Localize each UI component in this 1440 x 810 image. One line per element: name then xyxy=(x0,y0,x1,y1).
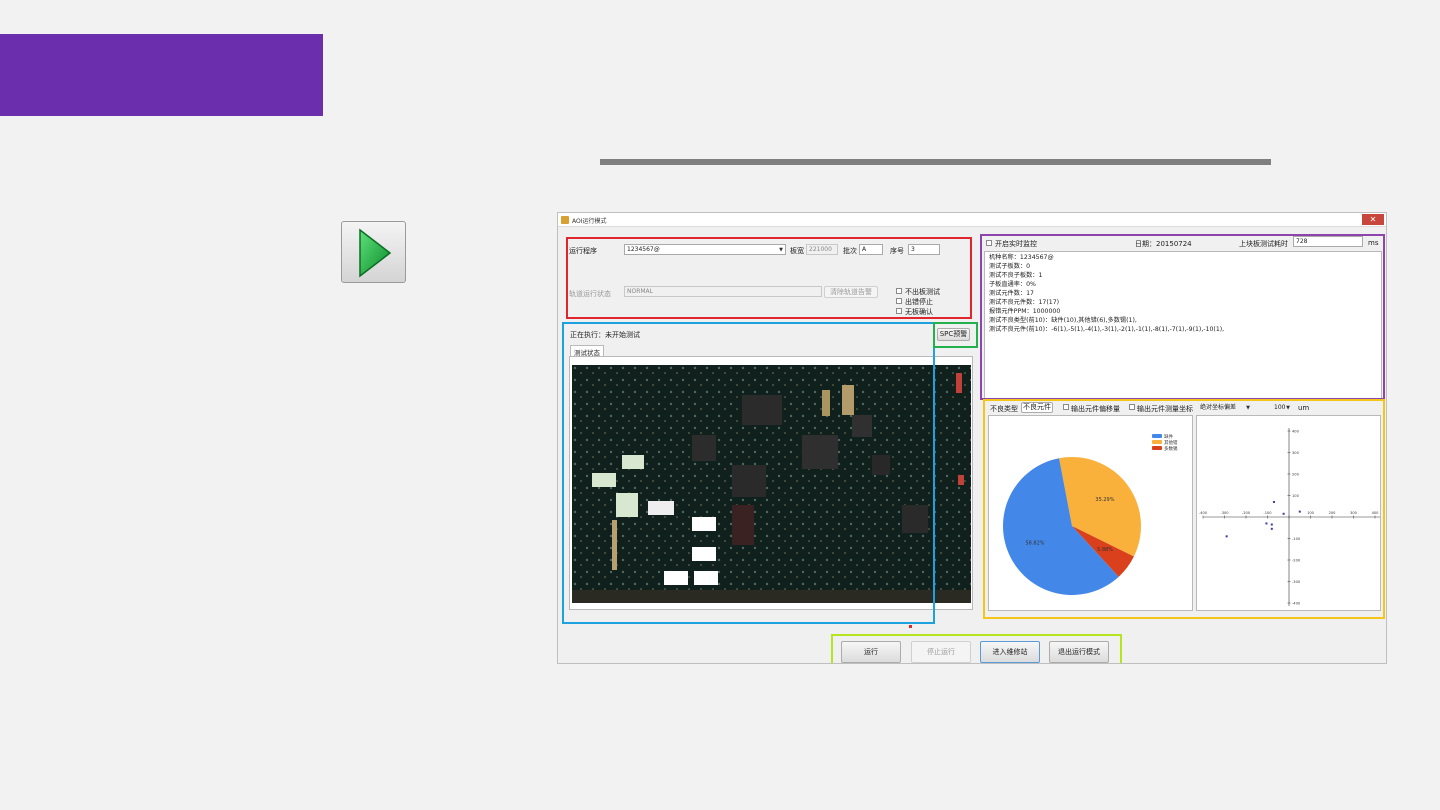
marker-dot xyxy=(909,625,912,628)
close-button[interactable]: ✕ xyxy=(1362,214,1384,225)
spc-button-highlight xyxy=(933,322,978,348)
title-banner xyxy=(0,34,323,116)
program-section-highlight xyxy=(566,237,972,319)
play-icon xyxy=(359,228,392,278)
monitor-section-highlight xyxy=(980,234,1385,400)
play-button[interactable] xyxy=(341,221,406,283)
app-icon xyxy=(561,216,569,224)
charts-section-highlight xyxy=(983,399,1385,619)
test-status-highlight xyxy=(562,322,935,624)
window-titlebar: AOI运行模式 ✕ xyxy=(558,213,1386,227)
aoi-run-window: AOI运行模式 ✕ 运行程序 1234567@ ▼ 板宽 221000 批次 A … xyxy=(557,212,1387,664)
window-title: AOI运行模式 xyxy=(572,218,607,225)
action-buttons-highlight xyxy=(831,634,1122,663)
divider-line xyxy=(600,159,1271,165)
